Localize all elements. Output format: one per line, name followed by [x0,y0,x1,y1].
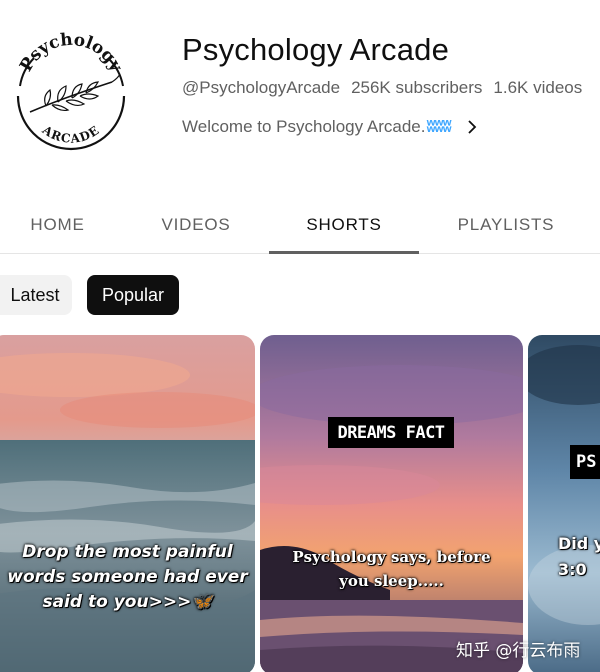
channel-meta: @PsychologyArcade 256K subscribers 1.6K … [182,78,582,98]
arcade-logo-icon: Psychology ARCADE [15,30,127,151]
caption-line: you sleep..... [339,572,444,590]
channel-description[interactable]: Welcome to Psychology Arcade. ʬʬʬ [182,117,479,137]
short-card[interactable]: PS Did y 3:0 [528,335,600,672]
short-caption: Psychology says, before you sleep..... [260,545,523,593]
overlay-line: Drop the most painful [22,542,233,562]
chevron-right-icon[interactable] [465,117,479,137]
caption-line: Psychology says, before [292,548,491,566]
subscriber-count: 256K subscribers [351,78,483,97]
short-caption: Did y 3:0 [558,531,600,583]
tab-playlists[interactable]: PLAYLISTS [438,196,574,254]
tab-home[interactable]: HOME [0,196,115,254]
description-emoji: ʬʬʬ [426,117,451,136]
short-thumbnail [528,335,600,672]
channel-name: Psychology Arcade [182,32,450,67]
short-card[interactable]: Drop the most painful words someone had … [0,335,255,672]
caption-line: 3:0 [558,560,587,579]
short-thumbnail [0,335,255,672]
active-tab-indicator [269,251,419,254]
channel-tabs: HOME VIDEOS SHORTS PLAYLISTS [0,196,600,254]
video-count: 1.6K videos [493,78,583,97]
chip-latest[interactable]: Latest [0,275,72,315]
channel-header: Psychology ARCADE Psychology Arcade @Psy… [0,0,600,190]
overlay-line: said to you>>>🦋 [42,592,213,612]
caption-line: Did y [558,534,600,553]
short-card[interactable]: DREAMS FACT Psychology says, before you … [260,335,523,672]
overlay-line: words someone had ever [7,567,248,587]
description-text: Welcome to Psychology Arcade. [182,117,426,136]
chip-popular[interactable]: Popular [87,275,179,315]
channel-avatar[interactable]: Psychology ARCADE [8,28,134,158]
tab-shorts[interactable]: SHORTS [269,196,419,254]
short-title-box: PS [570,445,600,479]
short-overlay-text: Drop the most painful words someone had … [0,540,255,615]
short-title-box: DREAMS FACT [328,417,454,448]
channel-handle: @PsychologyArcade [182,78,341,97]
tab-videos[interactable]: VIDEOS [136,196,256,254]
short-thumbnail [260,335,523,672]
watermark: 知乎 @行云布雨 [456,641,581,661]
